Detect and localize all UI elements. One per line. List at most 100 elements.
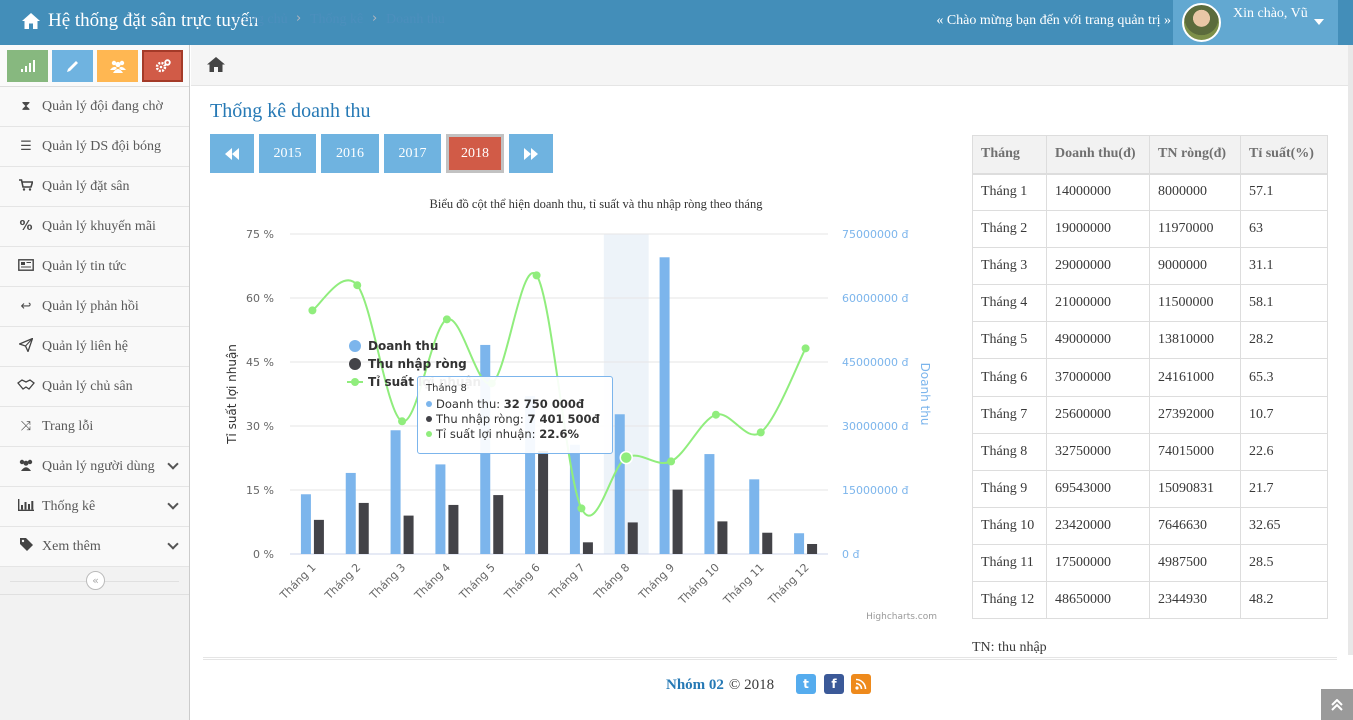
table-cell: 28.2 [1240,321,1328,360]
year-button-2018[interactable]: 2018 [446,134,504,173]
y-left-tick-label: 75 % [246,228,274,241]
sidebar-item-label: Quản lý người dùng [42,458,155,474]
sidebar-item-label: Quản lý phản hồi [42,298,139,314]
reply-icon: ↩ [20,299,32,314]
tooltip-label: Tỉ suất lợi nhuận: [436,427,540,441]
table-cell: 2344930 [1149,581,1241,620]
shortcut-users-button[interactable] [97,50,138,82]
y-right-tick-label: 30000000 đ [842,420,908,433]
x-tick-label: Tháng 5 [456,561,498,603]
bar-thu-nhap-rong [762,532,773,554]
x-tick-label: Tháng 9 [636,561,678,603]
sidebar-item-more[interactable]: Xem thêm [0,527,189,567]
home-icon[interactable] [207,57,225,72]
point-ti-suat [577,504,586,513]
bar-thu-nhap-rong [403,515,414,554]
sidebar-item-promotions[interactable]: % Quản lý khuyến mãi [0,207,189,247]
bar-doanh-thu [435,464,446,554]
chevron-down-icon [167,458,179,470]
bar-doanh-thu [794,533,805,554]
double-chevron-left-icon[interactable]: « [86,571,105,590]
point-ti-suat [308,306,317,315]
table-cell: 11970000 [1149,210,1241,249]
year-button-2016[interactable]: 2016 [321,134,379,173]
twitter-icon[interactable]: t [796,674,816,694]
rss-icon[interactable] [851,674,871,694]
table-cell: Tháng 7 [972,395,1047,434]
sidebar-item-label: Quản lý chủ sân [42,378,133,394]
y-left-tick-label: 30 % [246,420,274,433]
tooltip-label: Doanh thu: [436,397,504,411]
sidebar-item-team-list[interactable]: ☰ Quản lý DS đội bóng [0,127,189,167]
breadcrumb-statistics-link[interactable]: Thống kê [310,12,363,28]
table-cell: 27392000 [1149,395,1241,434]
breadcrumb-separator-icon: › [296,11,302,26]
footer-copyright: © 2018 [728,677,775,693]
sidebar-item-error-page[interactable]: ⤨ Trang lỗi [0,407,189,447]
table-cell: 28.5 [1240,543,1328,583]
shortcut-pencil-button[interactable] [52,50,93,82]
chart-title: Biểu đồ cột thể hiện doanh thu, tỉ suất … [430,197,764,211]
table-row: Tháng 8 32750000 74015000 22.6 [972,432,1328,471]
sidebar-item-label: Trang lỗi [42,418,94,434]
breadcrumb-home-link[interactable]: Trang chủ [231,12,288,28]
y-left-tick-label: 15 % [246,484,274,497]
tooltip-title: Tháng 8 [426,383,467,394]
table-cell: 48.2 [1240,581,1328,620]
signal-icon [20,60,35,72]
prev-years-button[interactable] [210,134,254,173]
next-years-button[interactable] [509,134,553,173]
table-row: Tháng 3 29000000 9000000 31.1 [972,247,1328,286]
tooltip-dot [426,401,432,407]
table-cell: Tháng 4 [972,284,1047,323]
breadcrumb-current: Doanh thu [386,12,445,27]
random-icon: ⤨ [20,419,32,434]
sidebar-item-pending-teams[interactable]: ⧗ Quản lý đội đang chờ [0,87,189,127]
fast-backward-icon [225,147,239,160]
sidebar-item-feedback[interactable]: ↩ Quản lý phản hồi [0,287,189,327]
user-menu[interactable]: Xin chào, Vũ [1173,0,1338,45]
bar-thu-nhap-rong [672,489,683,554]
home-icon [22,13,40,29]
sidebar-item-users[interactable]: Quản lý người dùng [0,447,189,487]
footer-divider [203,657,1337,660]
bar-doanh-thu [749,479,760,554]
legend-item-doanh-thu: Doanh thu [368,339,438,353]
y-right-tick-label: 60000000 đ [842,292,908,305]
table-cell: 21.7 [1240,469,1328,508]
year-button-2017[interactable]: 2017 [384,134,441,173]
sidebar-item-statistics[interactable]: Thống kê [0,487,189,527]
x-tick-label: Tháng 11 [720,561,767,608]
sidebar-item-news[interactable]: Quản lý tin tức [0,247,189,287]
shortcut-signal-button[interactable] [7,50,48,82]
sidebar-item-bookings[interactable]: Quản lý đặt sân [0,167,189,207]
chevron-down-icon [167,498,179,510]
table-cell: Tháng 1 [972,172,1047,212]
bar-thu-nhap-rong [807,543,818,554]
brand[interactable]: Hệ thống đặt sân trực tuyến [22,10,258,32]
table-cell: 15090831 [1149,469,1241,508]
y-right-tick-label: 75000000 đ [842,228,908,241]
table-cell: 8000000 [1149,172,1241,212]
table-row: Tháng 4 21000000 11500000 58.1 [972,284,1328,323]
scroll-to-top-button[interactable] [1321,689,1353,720]
sidebar-item-contact[interactable]: Quản lý liên hệ [0,327,189,367]
tooltip-value: 22.6% [539,427,580,441]
tooltip-row-revenue: Doanh thu: 32 750 000đ [426,397,604,412]
year-button-2015[interactable]: 2015 [259,134,316,173]
facebook-icon[interactable]: f [824,674,844,694]
table-cell: 11500000 [1149,284,1241,323]
avatar [1182,3,1221,42]
shortcut-cogs-button[interactable] [142,50,183,82]
legend-symbol-ti-suat [351,378,359,386]
sidebar-item-owners[interactable]: Quản lý chủ sân [0,367,189,407]
x-tick-label: Tháng 8 [591,561,633,603]
table-cell: 22.6 [1240,432,1328,471]
table-cell: Tháng 2 [972,210,1047,249]
page-scrollbar[interactable] [1348,45,1353,655]
sidebar-item-label: Thống kê [42,498,96,514]
sidebar-item-label: Quản lý DS đội bóng [42,138,161,154]
table-cell: 17500000 [1046,543,1150,583]
tooltip-dot [426,431,432,437]
table-cell: 19000000 [1046,210,1150,249]
